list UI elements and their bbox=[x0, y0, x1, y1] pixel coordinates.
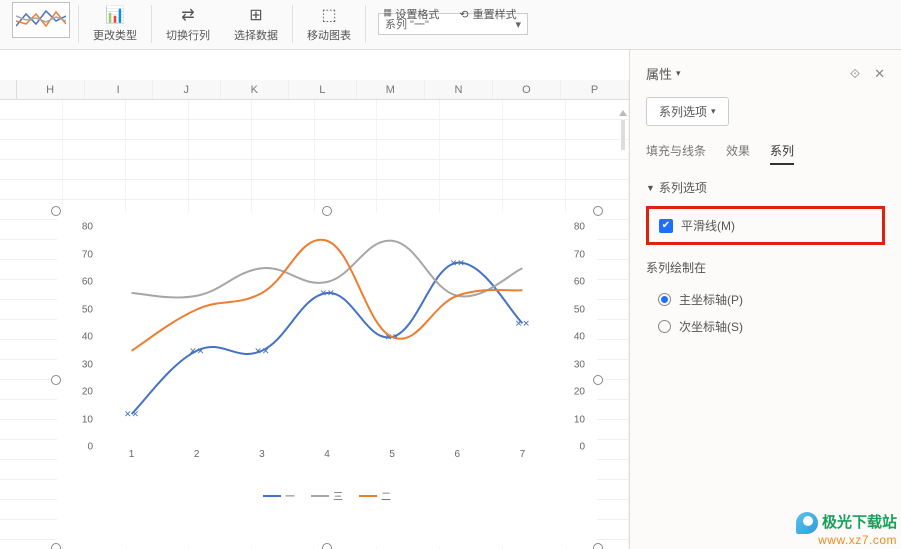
chart-object[interactable]: 01020304050607080 01020304050607080 ✕✕ ✕✕… bbox=[57, 212, 597, 547]
tab-effect[interactable]: 效果 bbox=[726, 142, 750, 165]
col-header[interactable]: P bbox=[561, 80, 629, 99]
watermark: 极光下载站 www.xz7.com bbox=[796, 512, 897, 547]
move-chart-icon: ⬚ bbox=[321, 5, 336, 25]
svg-text:✕✕: ✕✕ bbox=[189, 346, 204, 356]
highlight-box: ✔ 平滑线(M) bbox=[646, 206, 885, 245]
spreadsheet-area[interactable]: H I J K L M N O P 010203040506070 bbox=[0, 50, 629, 549]
col-header[interactable]: J bbox=[153, 80, 221, 99]
resize-handle[interactable] bbox=[51, 375, 61, 385]
swap-rowcol-button[interactable]: ⇄ 切换行列 bbox=[156, 0, 220, 48]
svg-text:✕✕: ✕✕ bbox=[515, 318, 530, 328]
svg-text:✕✕: ✕✕ bbox=[450, 258, 465, 268]
logo-icon bbox=[796, 512, 818, 534]
svg-text:✕✕: ✕✕ bbox=[254, 346, 269, 356]
radio-unchecked-icon bbox=[658, 320, 671, 333]
set-format-button[interactable]: 𝄜设置格式 bbox=[384, 6, 439, 22]
col-header[interactable]: L bbox=[289, 80, 357, 99]
y-axis-right: 01020304050607080 bbox=[557, 227, 585, 447]
chart-thumbnail[interactable] bbox=[12, 2, 70, 38]
move-chart-button[interactable]: ⬚ 移动图表 bbox=[297, 0, 361, 48]
checkbox-checked-icon: ✔ bbox=[659, 219, 673, 233]
vertical-scroll[interactable] bbox=[619, 110, 627, 160]
reset-icon: ⟲ bbox=[459, 8, 468, 21]
panel-tabs: 填充与线条 效果 系列 bbox=[646, 142, 885, 165]
resize-handle[interactable] bbox=[322, 206, 332, 216]
resize-handle[interactable] bbox=[593, 206, 603, 216]
resize-handle[interactable] bbox=[51, 543, 61, 549]
reset-style-button[interactable]: ⟲重置样式 bbox=[459, 6, 516, 22]
col-header[interactable]: O bbox=[493, 80, 561, 99]
select-data-icon: ⊞ bbox=[249, 5, 262, 25]
y-axis-left: 01020304050607080 bbox=[69, 227, 97, 447]
column-headers: H I J K L M N O P bbox=[0, 80, 629, 100]
change-type-icon: 📊 bbox=[105, 5, 125, 25]
radio-checked-icon bbox=[658, 293, 671, 306]
close-icon[interactable]: ✕ bbox=[874, 66, 885, 82]
swap-icon: ⇄ bbox=[181, 5, 194, 25]
primary-axis-radio[interactable]: 主坐标轴(P) bbox=[646, 286, 885, 313]
caret-down-icon: ▼ bbox=[646, 183, 655, 193]
chart-legend[interactable]: 一三二 bbox=[69, 488, 585, 503]
section-series-options[interactable]: ▼ 系列选项 bbox=[646, 179, 885, 196]
col-header[interactable]: M bbox=[357, 80, 425, 99]
chevron-down-icon[interactable]: ▾ bbox=[676, 68, 681, 79]
tab-series[interactable]: 系列 bbox=[770, 142, 794, 165]
x-axis: 1234567 bbox=[99, 449, 555, 465]
panel-title: 属性▾ bbox=[646, 64, 681, 83]
svg-text:✕✕: ✕✕ bbox=[124, 409, 139, 419]
col-header[interactable]: I bbox=[85, 80, 153, 99]
col-header[interactable]: N bbox=[425, 80, 493, 99]
chevron-down-icon: ▾ bbox=[711, 106, 716, 117]
select-data-button[interactable]: ⊞ 选择数据 bbox=[224, 0, 288, 48]
plot-area[interactable]: ✕✕✕✕✕✕✕✕✕✕✕✕✕✕ bbox=[99, 227, 555, 447]
resize-handle[interactable] bbox=[593, 543, 603, 549]
svg-text:✕✕: ✕✕ bbox=[319, 288, 334, 298]
format-icon: 𝄜 bbox=[384, 8, 391, 21]
secondary-axis-radio[interactable]: 次坐标轴(S) bbox=[646, 313, 885, 340]
change-type-button[interactable]: 📊 更改类型 bbox=[83, 0, 147, 48]
tab-fill[interactable]: 填充与线条 bbox=[646, 142, 706, 165]
col-header[interactable]: H bbox=[17, 80, 85, 99]
pin-icon[interactable]: ⟐ bbox=[850, 66, 860, 82]
properties-panel: 属性▾ ⟐ ✕ 系列选项 ▾ 填充与线条 效果 系列 ▼ 系列选项 ✔ 平滑线(… bbox=[629, 50, 901, 549]
section-draw-on: 系列绘制在 bbox=[646, 259, 885, 276]
smooth-line-checkbox[interactable]: ✔ 平滑线(M) bbox=[659, 217, 872, 234]
col-header[interactable]: K bbox=[221, 80, 289, 99]
resize-handle[interactable] bbox=[51, 206, 61, 216]
resize-handle[interactable] bbox=[322, 543, 332, 549]
resize-handle[interactable] bbox=[593, 375, 603, 385]
series-options-dropdown[interactable]: 系列选项 ▾ bbox=[646, 97, 729, 126]
